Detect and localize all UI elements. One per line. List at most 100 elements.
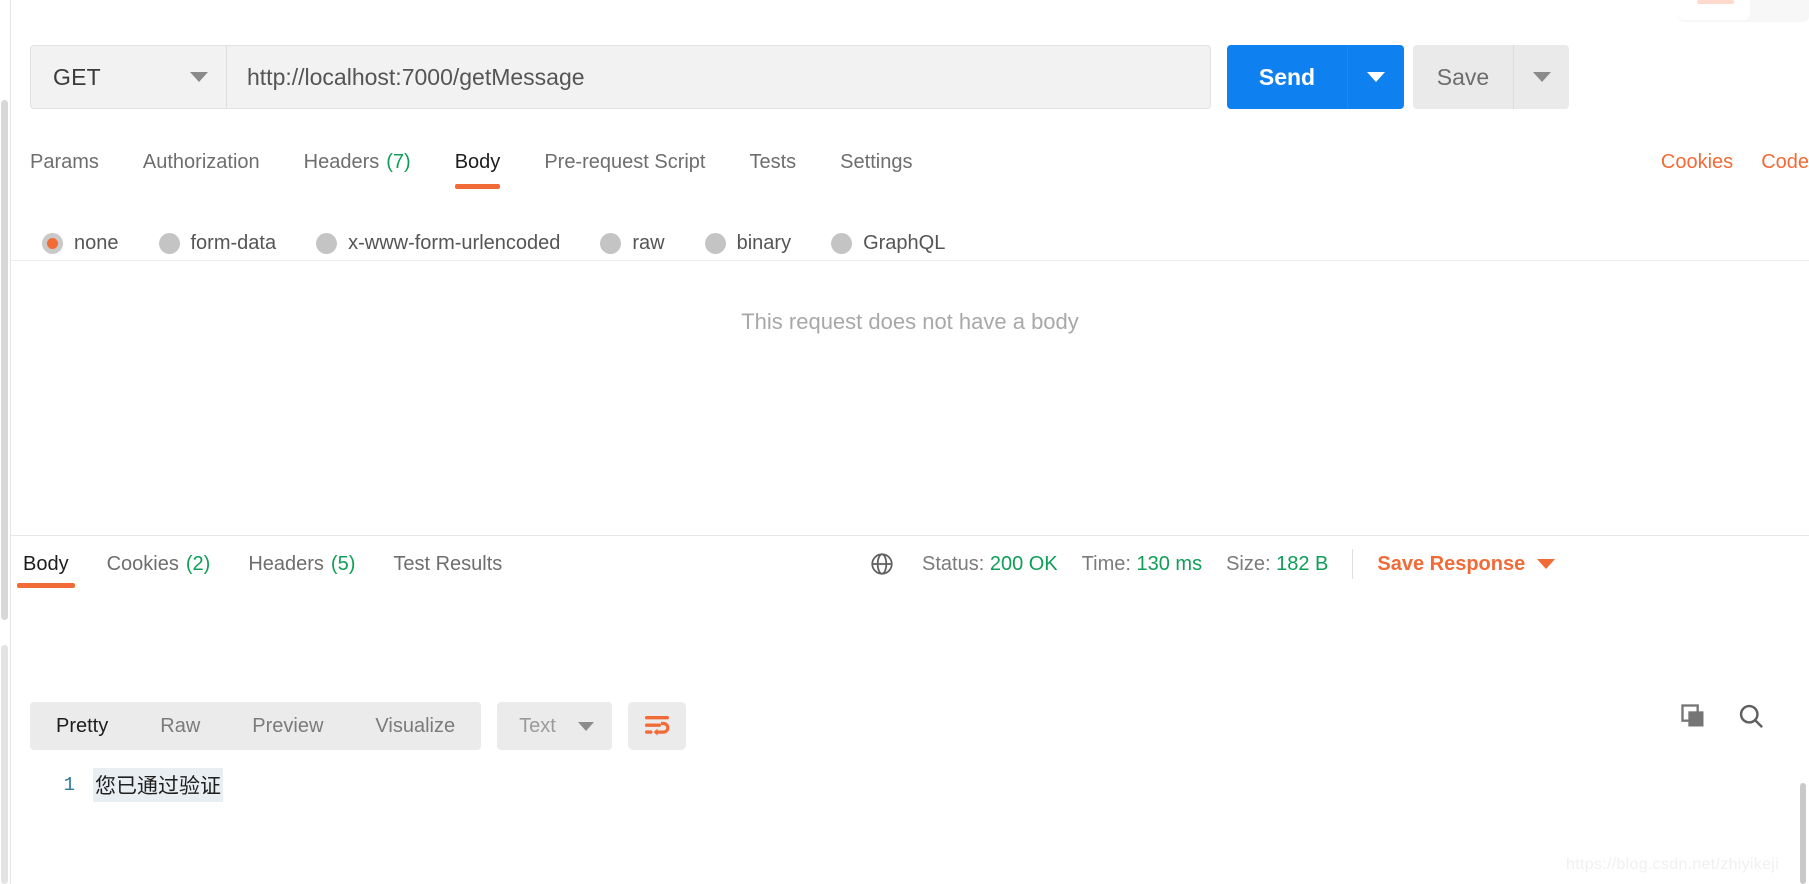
tab-tests-label: Tests: [749, 150, 797, 173]
line-number: 1: [63, 774, 75, 796]
send-options-button[interactable]: [1347, 45, 1404, 109]
tab-pre-request-script-label: Pre-request Script: [544, 150, 706, 173]
request-tabs: Params Authorization Headers (7) Body Pr…: [30, 138, 912, 189]
tab-headers-label: Headers: [303, 150, 380, 173]
response-tab-headers[interactable]: Headers (5): [242, 540, 361, 588]
status-divider: [1352, 549, 1354, 579]
word-wrap-button[interactable]: [627, 702, 686, 750]
radio-unselected-icon: [704, 233, 726, 254]
response-tab-cookies-label: Cookies: [106, 552, 179, 575]
send-button[interactable]: Send: [1227, 45, 1347, 109]
radio-unselected-icon: [831, 233, 853, 254]
watermark: https://blog.csdn.net/zhiyikeji: [1566, 856, 1779, 873]
body-type-raw[interactable]: raw: [600, 232, 665, 255]
chevron-down-icon: [1532, 72, 1551, 82]
body-type-graphql[interactable]: GraphQL: [831, 232, 945, 255]
response-body-scrollbar-thumb[interactable]: [1800, 783, 1806, 884]
globe-icon[interactable]: [866, 548, 898, 580]
save-button-group: Save: [1413, 45, 1569, 109]
size-label: Size:: [1226, 552, 1271, 575]
body-type-radio-group: none form-data x-www-form-urlencoded raw…: [42, 232, 945, 255]
radio-unselected-icon: [600, 233, 622, 254]
tab-strip-stub-indicator: [1697, 0, 1734, 4]
tab-body-label: Body: [454, 150, 501, 173]
response-format-value: Text: [519, 714, 556, 737]
body-type-urlencoded-label: x-www-form-urlencoded: [348, 232, 561, 254]
save-options-button[interactable]: [1513, 45, 1569, 109]
view-mode-raw[interactable]: Raw: [134, 702, 226, 750]
tab-authorization-label: Authorization: [142, 150, 260, 173]
tab-body-active-indicator: [454, 184, 501, 189]
response-tabs: Body Cookies (2) Headers (5) Test Result…: [17, 540, 508, 588]
tab-params-label: Params: [30, 150, 99, 173]
response-tab-headers-count: (5): [330, 552, 356, 575]
code-line: 1 您已通过验证: [11, 768, 1809, 802]
tab-settings[interactable]: Settings: [840, 138, 912, 186]
response-tab-body-active-indicator: [17, 583, 75, 588]
save-response-label: Save Response: [1377, 552, 1526, 575]
time-value: 130 ms: [1136, 552, 1203, 575]
response-tab-test-results-label: Test Results: [393, 552, 503, 575]
radio-unselected-icon: [158, 233, 180, 254]
body-type-urlencoded[interactable]: x-www-form-urlencoded: [316, 232, 560, 255]
search-icon[interactable]: [1735, 700, 1767, 732]
response-body-viewer[interactable]: 1 您已通过验证: [11, 756, 1809, 884]
body-type-raw-label: raw: [632, 232, 665, 254]
response-tab-cookies[interactable]: Cookies (2): [101, 540, 217, 588]
radio-unselected-icon: [316, 233, 338, 254]
copy-icon[interactable]: [1677, 700, 1709, 732]
view-mode-preview[interactable]: Preview: [226, 702, 349, 750]
save-response-button[interactable]: Save Response: [1377, 552, 1556, 576]
empty-body-message: This request does not have a body: [741, 309, 1079, 334]
chevron-down-icon: [1367, 72, 1385, 82]
url-input[interactable]: http://localhost:7000/getMessage: [226, 45, 1211, 109]
tab-headers[interactable]: Headers (7): [304, 138, 411, 186]
request-scrollbar-thumb[interactable]: [1, 100, 8, 620]
left-rail: [0, 0, 11, 884]
response-body-actions: [1677, 700, 1767, 732]
url-bar: GET http://localhost:7000/getMessage: [30, 45, 1211, 109]
response-scrollbar-thumb[interactable]: [1, 645, 8, 884]
body-type-form-data-label: form-data: [190, 232, 277, 254]
response-tab-body-label: Body: [23, 552, 69, 575]
body-type-binary-label: binary: [736, 232, 792, 254]
send-button-group: Send: [1227, 45, 1404, 109]
body-type-binary[interactable]: binary: [704, 232, 792, 255]
tab-tests[interactable]: Tests: [749, 138, 796, 186]
response-status-bar: Status: 200 OK Time: 130 ms Size: 182 B …: [866, 540, 1556, 588]
response-view-mode-group: Pretty Raw Preview Visualize: [30, 702, 482, 750]
status-label: Status:: [922, 552, 985, 575]
save-button[interactable]: Save: [1413, 45, 1513, 109]
view-mode-visualize[interactable]: Visualize: [349, 702, 481, 750]
status-group: Status: 200 OK: [922, 553, 1058, 576]
size-value: 182 B: [1276, 552, 1329, 575]
radio-selected-icon: [42, 233, 63, 254]
response-section-divider: [11, 535, 1809, 536]
tab-settings-label: Settings: [840, 150, 913, 173]
response-format-select[interactable]: Text: [497, 702, 612, 750]
request-tab-actions: Cookies Code: [1661, 138, 1809, 186]
tab-pre-request-script[interactable]: Pre-request Script: [544, 138, 705, 186]
request-body-pane: This request does not have a body: [11, 260, 1809, 535]
response-tab-body[interactable]: Body: [17, 540, 75, 588]
time-group: Time: 130 ms: [1082, 553, 1202, 576]
line-content: 您已通过验证: [93, 768, 223, 802]
tab-authorization[interactable]: Authorization: [143, 138, 260, 186]
body-type-form-data[interactable]: form-data: [158, 232, 277, 255]
view-mode-pretty[interactable]: Pretty: [30, 702, 134, 750]
size-group: Size: 182 B: [1226, 553, 1328, 576]
code-link[interactable]: Code: [1761, 151, 1809, 174]
body-type-graphql-label: GraphQL: [863, 232, 946, 254]
body-type-none-label: none: [74, 232, 119, 254]
word-wrap-icon: [644, 716, 670, 736]
chevron-down-icon: [1537, 559, 1556, 569]
http-method-select[interactable]: GET: [30, 45, 226, 109]
time-label: Time:: [1081, 552, 1131, 575]
cookies-link[interactable]: Cookies: [1661, 151, 1733, 174]
tab-params[interactable]: Params: [30, 138, 99, 186]
body-type-none[interactable]: none: [42, 232, 119, 255]
response-tab-test-results[interactable]: Test Results: [387, 540, 508, 588]
response-view-toolbar: Pretty Raw Preview Visualize Text: [30, 702, 686, 750]
chevron-down-icon: [190, 72, 208, 82]
tab-body[interactable]: Body: [454, 138, 501, 189]
